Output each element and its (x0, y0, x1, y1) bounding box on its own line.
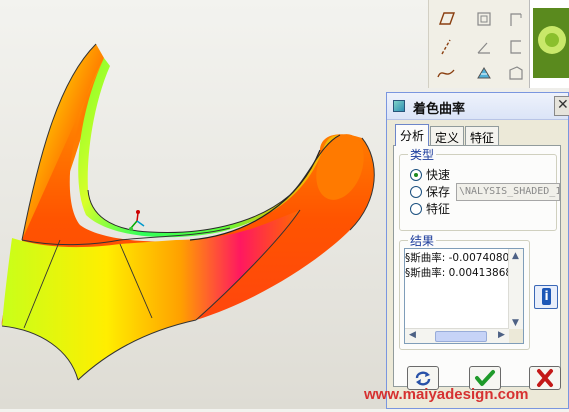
scroll-left-icon[interactable]: ◀ (406, 329, 419, 342)
radio-save-label: 保存 (426, 185, 451, 199)
results-listbox[interactable]: §斯曲率: -0.0074080 §斯曲率: 0.00413868 ▲ ▼ ◀ … (404, 248, 524, 344)
watermark-text: www.maiyadesign.com (364, 386, 529, 403)
shaded-curvature-dialog: 着色曲率 分析 定义 特征 类型 快速 保存 \NALYSIS_SHADED_1… (386, 92, 569, 409)
scroll-up-icon[interactable]: ▲ (509, 250, 522, 263)
preview-thumbnail (529, 0, 569, 88)
cancel-button[interactable] (529, 366, 561, 390)
result-line-2: §斯曲率: 0.00413868 (405, 267, 513, 279)
tab-analysis[interactable]: 分析 (395, 124, 430, 146)
box-tool-icon[interactable] (505, 62, 527, 84)
results-horizontal-scrollbar[interactable]: ◀ ▶ (405, 328, 509, 343)
type-group-label: 类型 (408, 146, 437, 163)
close-icon[interactable] (554, 96, 569, 116)
angle-tool-icon[interactable] (473, 36, 495, 58)
tab-definition[interactable]: 定义 (430, 126, 465, 145)
dialog-titlebar[interactable]: 着色曲率 (387, 93, 569, 120)
analysis-name-field[interactable]: \NALYSIS_SHADED_1 (456, 183, 560, 201)
scroll-right-icon[interactable]: ▶ (495, 329, 508, 342)
tab-feature[interactable]: 特征 (465, 126, 500, 145)
tool-palette (428, 0, 529, 88)
shaded-curvature-model (1, 43, 375, 381)
scroll-corner (509, 329, 523, 343)
bracket-tool-icon[interactable] (505, 36, 527, 58)
radio-feature[interactable] (410, 203, 422, 215)
radio-save[interactable] (410, 186, 422, 198)
info-icon: i (542, 288, 551, 305)
info-button[interactable]: i (534, 285, 558, 309)
dialog-title: 着色曲率 (413, 102, 466, 117)
analysis-tab-panel: 类型 快速 保存 \NALYSIS_SHADED_1 特征 结果 §斯曲率: -… (393, 145, 561, 387)
view-tool-icon[interactable] (473, 8, 495, 30)
plane-tool-icon[interactable] (435, 8, 457, 30)
close-x-icon (537, 369, 553, 387)
radio-feature-label: 特征 (426, 202, 451, 216)
results-group-label: 结果 (408, 232, 437, 249)
analysis-tool-icon[interactable] (473, 62, 495, 84)
model-viewport[interactable] (0, 0, 430, 409)
curve-tool-icon[interactable] (435, 62, 457, 84)
result-line-1: §斯曲率: -0.0074080 (405, 252, 510, 264)
coordinate-tool-icon[interactable] (505, 8, 527, 30)
radio-quick[interactable] (410, 169, 422, 181)
radio-quick-label: 快速 (426, 168, 451, 182)
dialog-title-icon (393, 100, 405, 112)
results-vertical-scrollbar[interactable]: ▲ ▼ (508, 249, 523, 331)
coordinate-triad-icon (129, 210, 145, 231)
axis-tool-icon[interactable] (435, 36, 457, 58)
scroll-thumb[interactable] (435, 331, 487, 342)
